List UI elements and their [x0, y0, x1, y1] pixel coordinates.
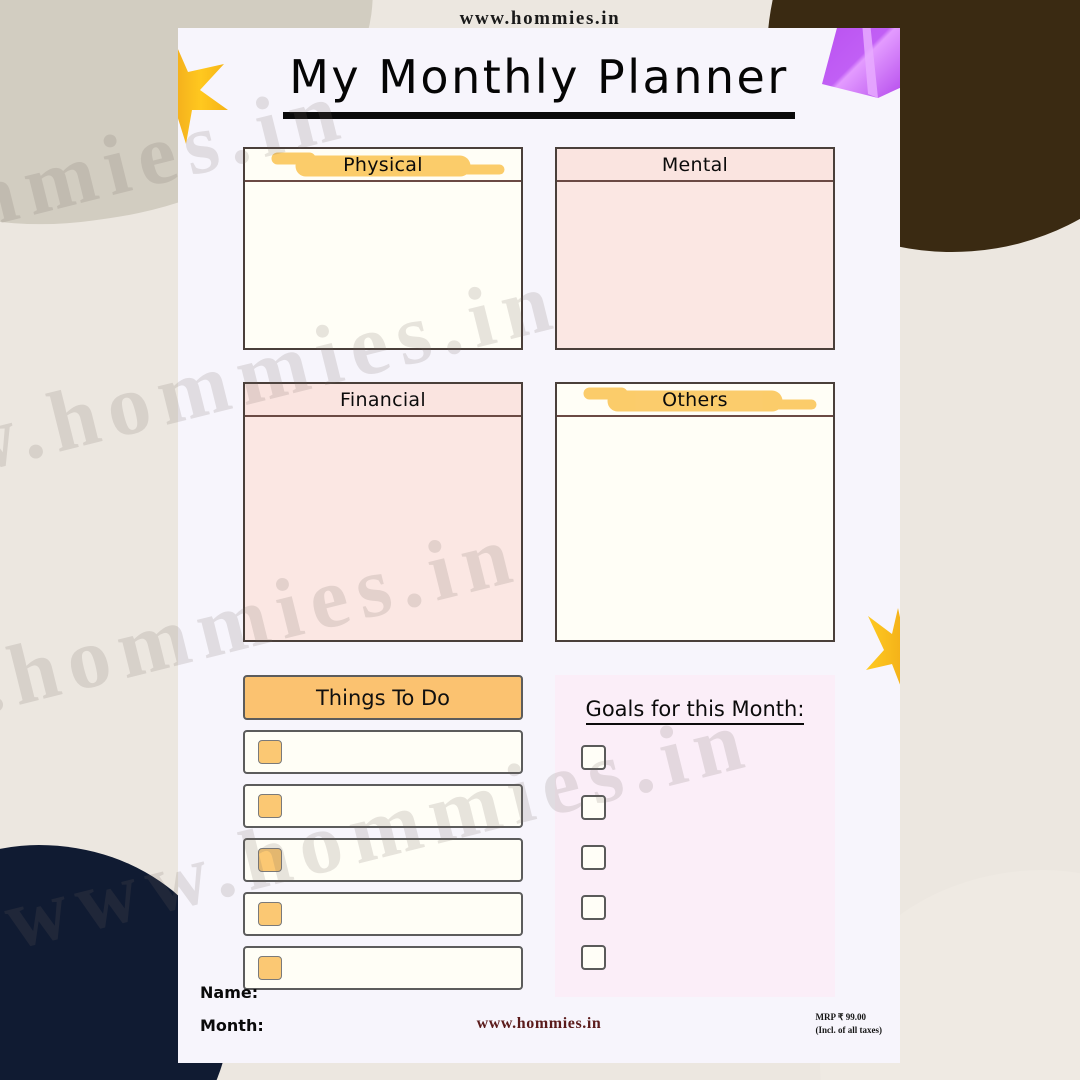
site-url-top: www.hommies.in — [459, 8, 621, 29]
category-card-header: Mental — [557, 149, 833, 182]
goal-checkbox[interactable] — [581, 795, 606, 820]
category-card-others: Others — [555, 382, 835, 642]
things-to-do-heading: Things To Do — [243, 675, 523, 720]
mrp-tax-note: (Incl. of all taxes) — [815, 1025, 883, 1036]
category-cards-grid: Physical Mental Financial Others — [243, 147, 835, 642]
category-card-label: Mental — [661, 153, 729, 176]
category-card-financial: Financial — [243, 382, 523, 642]
category-card-label: Others — [662, 388, 728, 411]
category-card-header: Physical — [245, 149, 521, 182]
site-url-footer: www.hommies.in — [476, 1015, 602, 1032]
mrp-price: MRP ₹ 99.00 — [815, 1012, 866, 1022]
category-card-mental: Mental — [555, 147, 835, 350]
category-card-writing-area[interactable] — [557, 182, 833, 348]
category-card-header: Financial — [245, 384, 521, 417]
todo-row[interactable] — [243, 730, 523, 774]
goals-heading: Goals for this Month: — [555, 697, 835, 725]
todo-row[interactable] — [243, 784, 523, 828]
things-to-do-panel: Things To Do — [243, 675, 523, 997]
planner-sheet: My Monthly Planner Physical Mental Finan… — [178, 28, 900, 1063]
goals-list — [555, 745, 835, 970]
category-card-header: Others — [557, 384, 833, 417]
goal-checkbox[interactable] — [581, 845, 606, 870]
goal-checkbox[interactable] — [581, 945, 606, 970]
todo-checkbox[interactable] — [258, 848, 282, 872]
goal-checkbox[interactable] — [581, 895, 606, 920]
todo-checkbox[interactable] — [258, 740, 282, 764]
sheet-footer: Name: Month: www.hommies.in MRP ₹ 99.00 … — [178, 983, 900, 1045]
goals-panel: Goals for this Month: — [555, 675, 835, 997]
todo-checkbox[interactable] — [258, 794, 282, 818]
bottom-section: Things To Do Goals for this Month: — [243, 675, 835, 997]
page-title: My Monthly Planner — [283, 50, 795, 119]
todo-checkbox[interactable] — [258, 956, 282, 980]
mrp-block: MRP ₹ 99.00 (Incl. of all taxes) — [816, 1011, 883, 1037]
name-field-label[interactable]: Name: — [200, 983, 264, 1002]
todo-row[interactable] — [243, 892, 523, 936]
category-card-label: Financial — [340, 388, 426, 411]
screenshot-stage: www.hommies.in My Monthly Planner Physic… — [0, 0, 1080, 1080]
category-card-writing-area[interactable] — [245, 182, 521, 348]
todo-row[interactable] — [243, 838, 523, 882]
category-card-label: Physical — [343, 153, 423, 176]
goal-checkbox[interactable] — [581, 745, 606, 770]
star-icon — [864, 606, 900, 707]
page-title-wrapper: My Monthly Planner — [178, 50, 900, 119]
category-card-physical: Physical — [243, 147, 523, 350]
todo-checkbox[interactable] — [258, 902, 282, 926]
category-card-writing-area[interactable] — [245, 417, 521, 640]
goals-heading-text: Goals for this Month: — [585, 697, 805, 725]
category-card-writing-area[interactable] — [557, 417, 833, 640]
